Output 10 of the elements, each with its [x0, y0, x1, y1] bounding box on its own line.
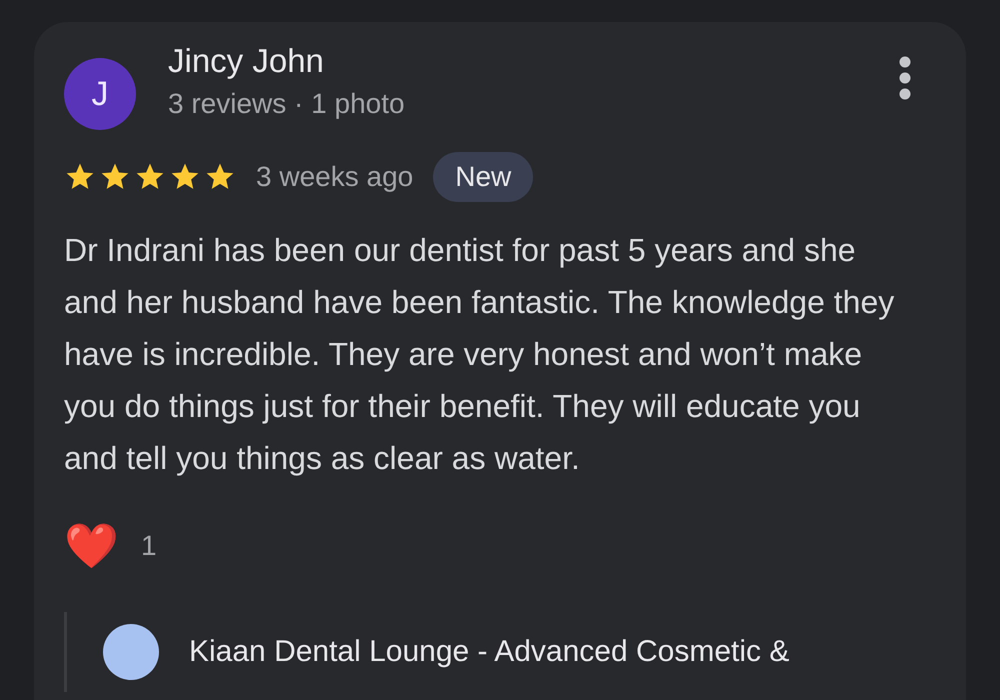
author-meta: 3 reviews · 1 photo — [168, 88, 406, 120]
more-options-icon[interactable] — [898, 56, 912, 100]
avatar: J — [64, 58, 136, 130]
owner-name: Kiaan Dental Lounge - Advanced Cosmetic & — [189, 635, 790, 669]
new-badge: New — [433, 152, 534, 202]
reaction-count: 1 — [141, 530, 157, 562]
author-name[interactable]: Jincy John — [168, 42, 866, 80]
review-text: Dr Indrani has been our dentist for past 5 years and she and her husband have been fantastic. The knowledge they have is incredible. They are very honest and won’t make you do things just for their benefit. They will educate you and tell you things as clear as water. — [64, 231, 896, 478]
heart-reaction[interactable]: ❤ — [64, 520, 119, 572]
review-time: 3 weeks ago — [256, 161, 414, 193]
